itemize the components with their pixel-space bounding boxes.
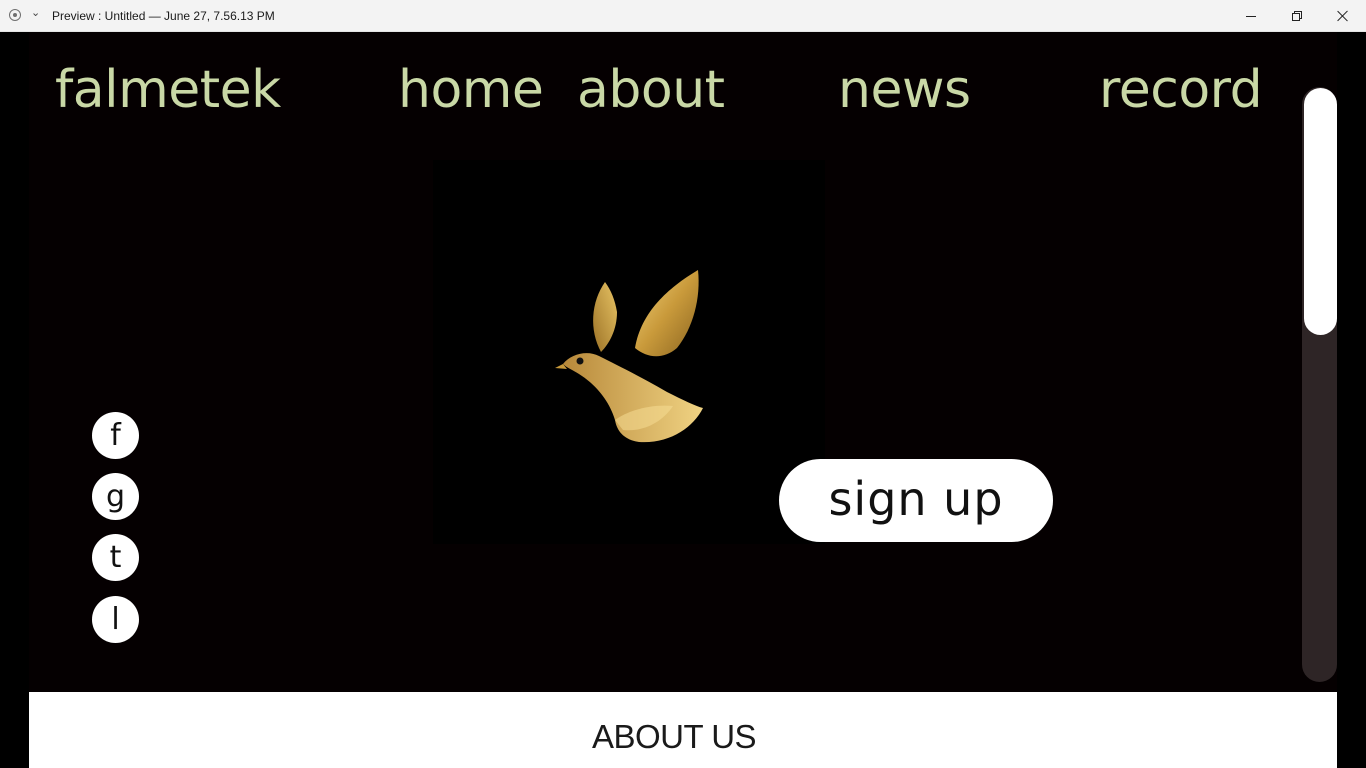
about-title: ABOUT US — [591, 718, 757, 755]
nav-home-link[interactable]: home — [398, 60, 544, 120]
nav-about-link[interactable]: about — [577, 60, 725, 120]
minimize-button[interactable] — [1228, 0, 1274, 32]
close-button[interactable] — [1320, 0, 1366, 32]
window-titlebar: ⌄ Preview : Untitled — June 27, 7.56.13 … — [0, 0, 1366, 32]
google-button[interactable]: g — [92, 473, 139, 520]
restore-icon — [1292, 11, 1302, 21]
minimize-icon — [1246, 15, 1256, 17]
facebook-button[interactable]: f — [92, 412, 139, 459]
restore-button[interactable] — [1274, 0, 1320, 32]
scrollbar-thumb[interactable] — [1304, 88, 1337, 335]
nav-record-link[interactable]: record — [1099, 60, 1263, 120]
hero-logo-image — [433, 160, 825, 544]
about-section: ABOUT US — [29, 692, 1337, 768]
app-icon[interactable] — [9, 9, 21, 21]
golden-bird-icon — [555, 270, 703, 443]
page-viewport: falmetek home about news record f g t l … — [0, 32, 1366, 768]
chevron-down-icon[interactable]: ⌄ — [31, 6, 40, 19]
window-title: Preview : Untitled — June 27, 7.56.13 PM — [52, 9, 275, 23]
brand-logo-text[interactable]: falmetek — [55, 60, 281, 120]
linkedin-button[interactable]: l — [92, 596, 139, 643]
twitter-button[interactable]: t — [92, 534, 139, 581]
sign-up-button[interactable]: sign up — [779, 459, 1053, 542]
nav-news-link[interactable]: news — [838, 60, 971, 120]
close-icon — [1337, 10, 1349, 22]
